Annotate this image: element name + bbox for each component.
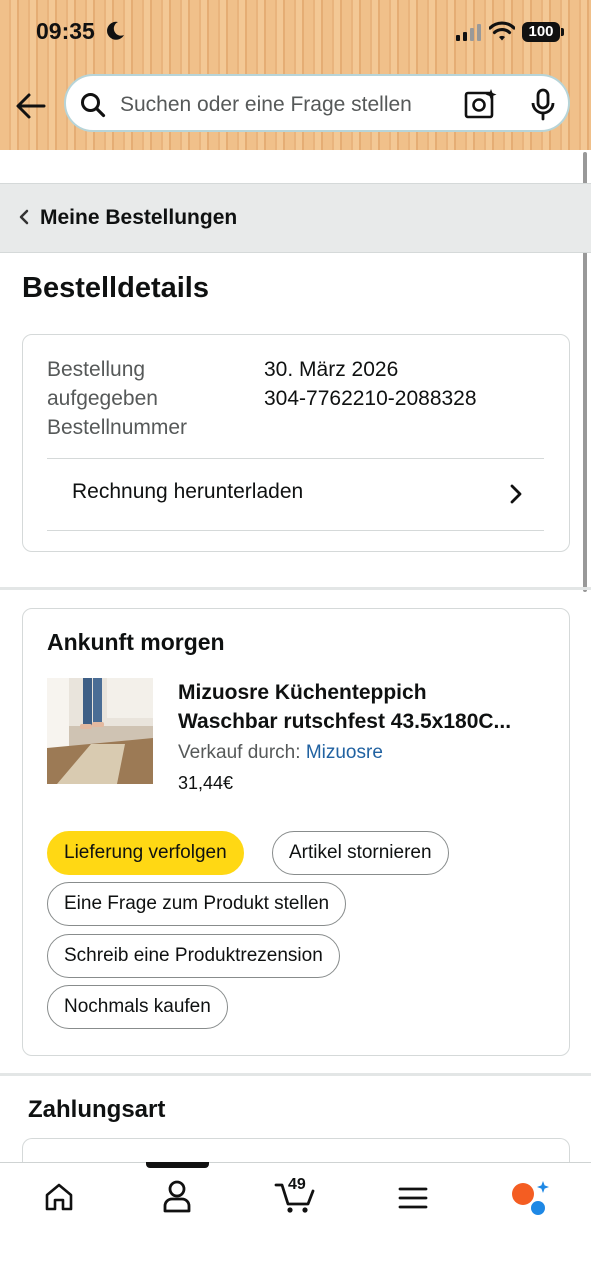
seller-info: Verkauf durch: Mizuosre — [178, 742, 383, 764]
microphone-icon[interactable] — [530, 88, 556, 122]
download-invoice-link[interactable]: Rechnung herunterladen — [72, 480, 303, 504]
seller-prefix: Verkauf durch: — [178, 742, 301, 763]
seller-link[interactable]: Mizuosre — [306, 742, 383, 763]
order-number-value: 304-7762210-2088328 — [264, 387, 477, 410]
home-icon[interactable] — [44, 1182, 74, 1212]
status-time: 09:35 — [36, 18, 95, 44]
section-separator — [0, 1073, 591, 1076]
cancel-item-button[interactable]: Artikel stornieren — [272, 831, 449, 875]
product-image[interactable] — [47, 678, 153, 784]
order-placed-label-line2: aufgegeben — [47, 387, 158, 410]
cellular-signal-icon — [456, 24, 481, 41]
track-delivery-button[interactable]: Lieferung verfolgen — [47, 831, 244, 875]
search-input[interactable] — [118, 88, 452, 122]
wifi-icon — [489, 21, 515, 41]
search-bar[interactable] — [64, 74, 570, 132]
product-photo — [47, 678, 153, 784]
product-title-line1: Mizuosre Küchenteppich — [178, 681, 427, 704]
section-separator — [0, 587, 591, 590]
product-title[interactable]: Mizuosre Küchenteppich Waschbar rutschfe… — [178, 678, 548, 736]
search-icon — [81, 93, 106, 118]
chevron-right-icon[interactable] — [508, 483, 524, 505]
back-arrow-icon[interactable] — [14, 90, 48, 122]
cart-icon[interactable] — [274, 1182, 316, 1214]
order-number-label: Bestellnummer — [47, 416, 188, 439]
account-icon[interactable] — [162, 1180, 192, 1214]
order-placed-value: 30. März 2026 — [264, 358, 399, 381]
divider — [47, 530, 544, 531]
order-placed-label-line1: Bestellung — [47, 358, 146, 381]
chevron-left-icon — [19, 209, 29, 225]
product-title-line2: Waschbar rutschfest 43.5x180C... — [178, 710, 512, 733]
menu-icon[interactable] — [398, 1186, 428, 1210]
active-tab-indicator — [146, 1162, 209, 1168]
moon-icon — [107, 21, 124, 40]
product-price: 31,44€ — [178, 773, 234, 793]
buy-again-button[interactable]: Nochmals kaufen — [47, 985, 228, 1029]
breadcrumb-label: Meine Bestellungen — [40, 206, 238, 229]
divider — [47, 458, 544, 459]
page-title: Bestelldetails — [22, 272, 209, 304]
payment-heading: Zahlungsart — [28, 1096, 166, 1123]
write-review-button[interactable]: Schreib eine Produktrezension — [47, 934, 340, 978]
rufus-assistant-icon[interactable] — [510, 1180, 550, 1216]
arrival-heading: Ankunft morgen — [47, 629, 225, 655]
battery-indicator: 100 — [522, 22, 564, 42]
ask-question-button[interactable]: Eine Frage zum Produkt stellen — [47, 882, 347, 926]
breadcrumb[interactable]: Meine Bestellungen — [0, 183, 591, 253]
camera-icon[interactable] — [464, 88, 498, 120]
